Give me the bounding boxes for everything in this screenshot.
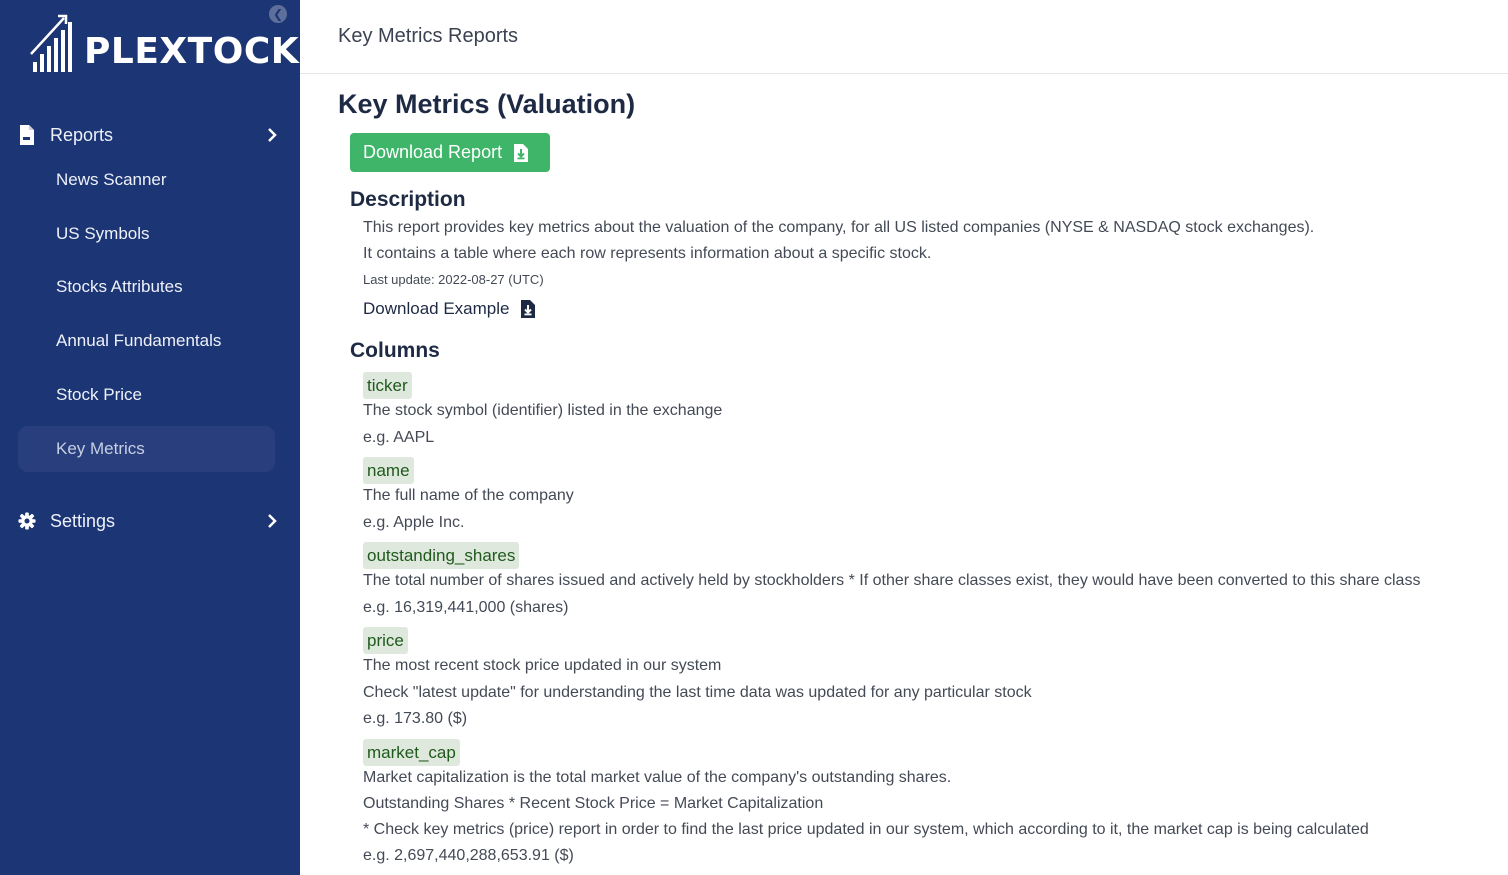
- sidebar-item-news-scanner[interactable]: News Scanner: [18, 157, 275, 203]
- file-download-icon: [514, 143, 529, 162]
- last-update-text: Last update: 2022-08-27 (UTC): [363, 272, 544, 287]
- description-line: This report provides key metrics about t…: [363, 219, 1315, 236]
- sidebar-item-label: Stock Price: [56, 385, 142, 404]
- sidebar-item-label: US Symbols: [56, 224, 150, 243]
- sidebar-item-label: News Scanner: [56, 170, 167, 189]
- main-content: Key Metrics Reports Key Metrics (Valuati…: [300, 0, 1508, 875]
- column-name-badge: price: [363, 627, 408, 654]
- download-example-label: Download Example: [363, 299, 510, 318]
- column-description: Outstanding Shares * Recent Stock Price …: [363, 795, 824, 812]
- page-title: Key Metrics (Valuation): [338, 89, 636, 119]
- app-root: ❮ PLEXTOCK Reports News Scanner US Symbo…: [0, 0, 1508, 875]
- header-title: Key Metrics Reports: [338, 25, 519, 47]
- file-download-icon: [521, 300, 536, 318]
- column-description: The full name of the company: [363, 487, 574, 504]
- column-example: e.g. 2,697,440,288,653.91 ($): [363, 847, 574, 864]
- sidebar-item-label: Annual Fundamentals: [56, 331, 222, 350]
- download-report-label: Download Report: [363, 142, 503, 162]
- top-bar: Key Metrics Reports: [300, 0, 1508, 74]
- download-example-link[interactable]: Download Example: [363, 299, 536, 319]
- column-name-badge: outstanding_shares: [363, 542, 520, 569]
- sidebar-item-stock-price[interactable]: Stock Price: [18, 372, 275, 418]
- column-description: Check "latest update" for understanding …: [363, 684, 1032, 701]
- sidebar-item-label: Key Metrics: [56, 439, 145, 458]
- sidebar-section-settings[interactable]: Settings: [0, 499, 300, 543]
- column-description: The most recent stock price updated in o…: [363, 657, 722, 674]
- file-icon: [20, 125, 34, 145]
- sidebar-item-annual-fundamentals[interactable]: Annual Fundamentals: [18, 318, 275, 364]
- column-name-badge: name: [363, 457, 414, 484]
- sidebar-section-label: Reports: [50, 124, 114, 145]
- column-name-badge: ticker: [363, 372, 412, 399]
- brand-logo[interactable]: PLEXTOCK: [30, 12, 299, 74]
- column-example: e.g. 16,319,441,000 (shares): [363, 599, 569, 616]
- sidebar-item-key-metrics[interactable]: Key Metrics: [18, 426, 275, 472]
- sidebar-section-label: Settings: [50, 510, 116, 531]
- sidebar-item-us-symbols[interactable]: US Symbols: [18, 211, 275, 257]
- sidebar: ❮ PLEXTOCK Reports News Scanner US Symbo…: [0, 0, 300, 875]
- description-heading: Description: [350, 188, 466, 211]
- download-report-button[interactable]: Download Report: [350, 133, 550, 172]
- column-description: The stock symbol (identifier) listed in …: [363, 402, 723, 419]
- column-description: The total number of shares issued and ac…: [363, 572, 1421, 589]
- chevron-right-icon: [268, 514, 277, 528]
- description-line: It contains a table where each row repre…: [363, 245, 932, 262]
- column-name-badge: market_cap: [363, 739, 460, 766]
- brand-name: PLEXTOCK: [84, 31, 300, 72]
- chevron-right-icon: [268, 128, 277, 142]
- sidebar-item-stocks-attributes[interactable]: Stocks Attributes: [18, 264, 275, 310]
- column-example: e.g. AAPL: [363, 429, 435, 446]
- sidebar-item-label: Stocks Attributes: [56, 277, 183, 296]
- bar-chart-logo-icon: [30, 14, 72, 72]
- columns-heading: Columns: [350, 339, 440, 362]
- column-description: * Check key metrics (price) report in or…: [363, 821, 1369, 838]
- gear-icon: [18, 512, 36, 530]
- column-example: e.g. Apple Inc.: [363, 514, 465, 531]
- sidebar-section-reports[interactable]: Reports: [0, 113, 300, 157]
- column-example: e.g. 173.80 ($): [363, 710, 468, 727]
- column-description: Market capitalization is the total marke…: [363, 769, 952, 786]
